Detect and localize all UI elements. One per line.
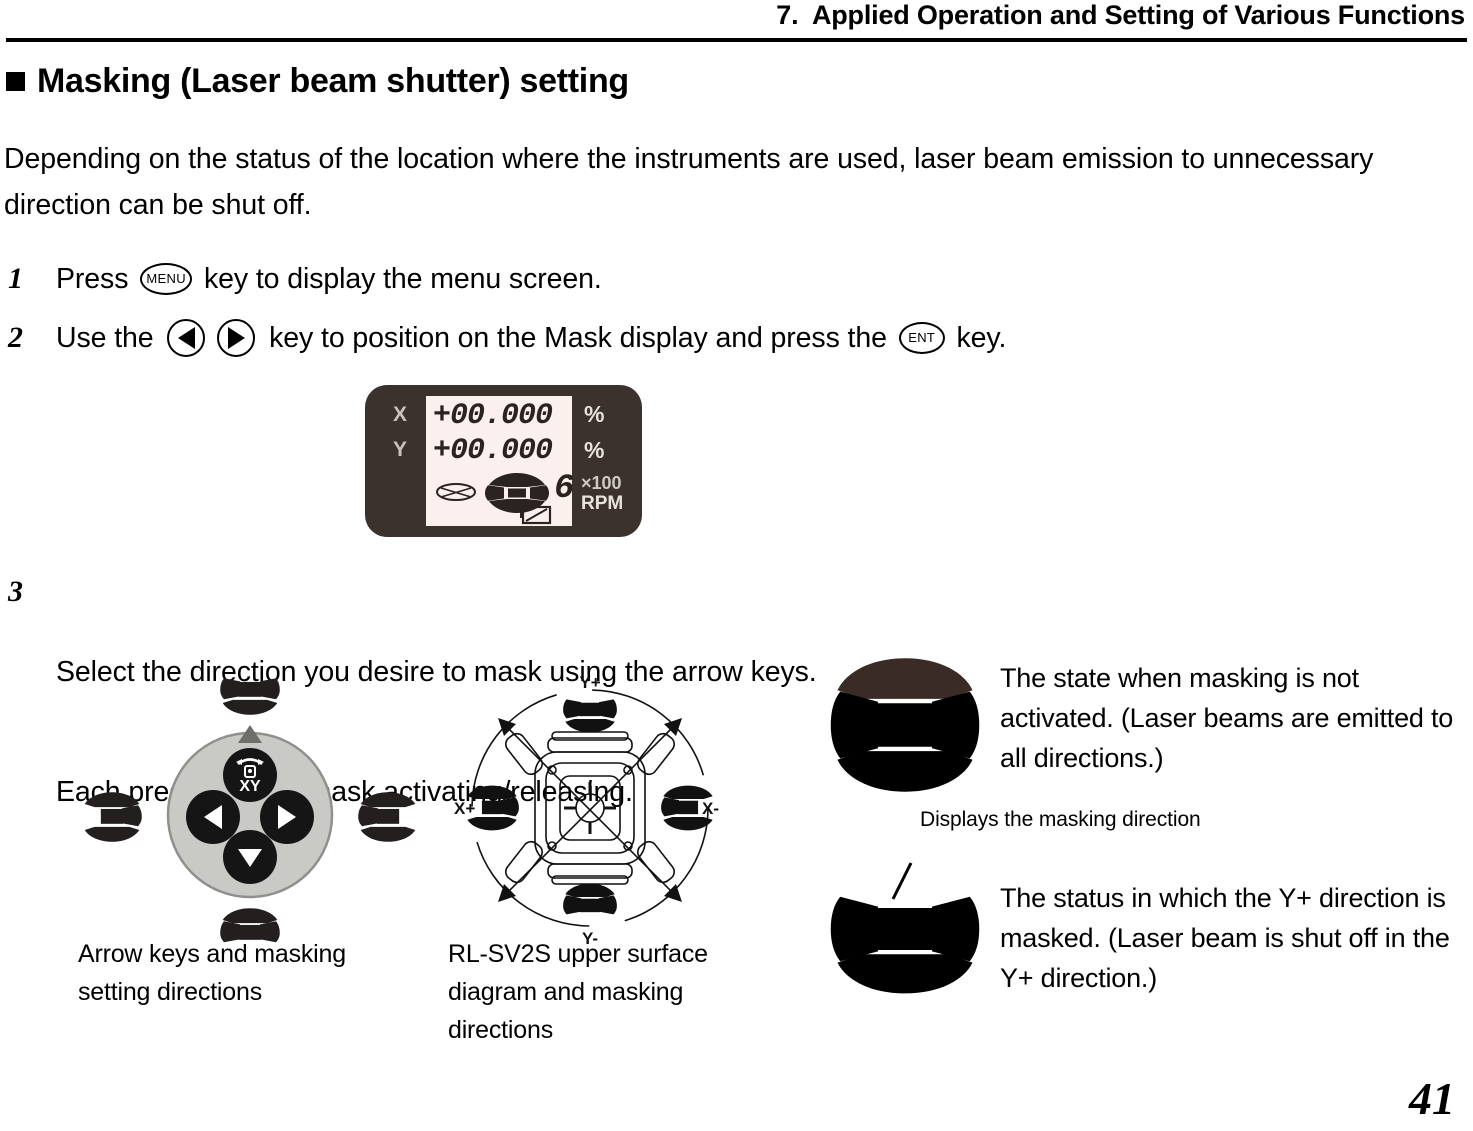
- section-heading-label: Masking (Laser beam shutter) setting: [37, 62, 629, 100]
- label-x-plus: X+: [454, 799, 475, 818]
- step-3-number: 3: [8, 575, 23, 608]
- battery-icon: [520, 505, 552, 525]
- step-1-text-after: key to display the menu screen.: [196, 263, 602, 295]
- xy-button-label: XY: [239, 778, 261, 795]
- lcd-y-axis-label: Y: [393, 438, 408, 461]
- masking-direction-callout-label: Displays the masking direction: [920, 808, 1201, 831]
- step-1-text-before: Press: [56, 263, 137, 295]
- step-2-text-after: key.: [948, 322, 1007, 354]
- triangle-left-glyph: [177, 327, 195, 349]
- header-title: 7. Applied Operation and Setting of Vari…: [776, 0, 1465, 30]
- device-mask-icon-y-minus: [563, 883, 617, 915]
- step-2-body: Use the key to position on the Mask disp…: [56, 318, 1006, 358]
- header-divider: [6, 38, 1467, 42]
- device-center-cross: [564, 782, 616, 834]
- wedge-bottom: [837, 954, 973, 994]
- triangle-right-glyph: [227, 327, 245, 349]
- lcd-percent-x-unit: %: [584, 401, 605, 427]
- mask-icon-left: [84, 792, 142, 842]
- laser-rotation-icon: [436, 483, 476, 501]
- device-masking-diagram: Y+ Y- X+ X-: [454, 673, 719, 948]
- center-square: [875, 703, 935, 747]
- step-2-number: 2: [8, 321, 23, 354]
- section-heading: Masking (Laser beam shutter) setting: [6, 62, 629, 101]
- step-2-text-middle: key to position on the Mask display and …: [261, 322, 895, 354]
- step-1-body: Press MENU key to display the menu scree…: [56, 259, 602, 299]
- legend-unmasked-text: The state when masking is not activated.…: [1000, 663, 1454, 773]
- step-2-text-before: Use the: [56, 322, 162, 354]
- lcd-y-value: +00.000: [433, 434, 553, 468]
- lcd-percent-y-unit: %: [584, 437, 605, 463]
- right-arrow-key-icon[interactable]: [217, 319, 256, 357]
- page-number: 41: [1409, 1073, 1455, 1124]
- caption-device-diagram: RL-SV2S upper surface diagram and maskin…: [448, 940, 708, 1044]
- lcd-display-panel: X Y +00.000 +00.000 6 % % ×100 RPM: [365, 385, 642, 537]
- wedge-top: [837, 658, 973, 699]
- center-square: [875, 908, 935, 950]
- label-y-plus: Y+: [579, 673, 600, 692]
- mask-state-unmasked-icon: [830, 658, 980, 792]
- lcd-rpm-digit: 6: [554, 470, 575, 508]
- wedge-right: [932, 691, 980, 759]
- legend-masked-text: The status in which the Y+ direction is …: [1000, 883, 1450, 993]
- mask-icon-right: [358, 792, 416, 842]
- left-arrow-key-icon[interactable]: [167, 319, 206, 357]
- wedge-left: [830, 896, 878, 962]
- intro-paragraph: Depending on the status of the location …: [4, 143, 1374, 221]
- lcd-x-axis-label: X: [393, 403, 408, 426]
- lcd-x-value: +00.000: [433, 399, 553, 433]
- lcd-rpm-unit: RPM: [581, 493, 624, 514]
- wedge-right: [932, 896, 980, 962]
- lcd-x100-unit: ×100: [581, 473, 622, 493]
- square-bullet-icon: [6, 72, 25, 91]
- step-1-number: 1: [8, 262, 23, 295]
- mask-state-y-plus-masked-icon: [830, 862, 980, 994]
- ent-key-icon[interactable]: ENT: [898, 322, 945, 354]
- device-mask-icon-y-plus: [563, 699, 617, 733]
- label-x-minus: X-: [702, 799, 719, 818]
- page-header: 7. Applied Operation and Setting of Vari…: [0, 0, 1473, 42]
- wedge-left: [830, 691, 878, 759]
- keypad-masking-diagram: XY: [84, 678, 416, 943]
- wedge-bottom: [837, 751, 973, 792]
- menu-key-icon[interactable]: MENU: [140, 263, 193, 295]
- mask-icon-up: [220, 678, 280, 715]
- caption-keypad-diagram: Arrow keys and masking setting direction…: [78, 940, 346, 1006]
- device-body: [505, 731, 675, 885]
- callout-leader-line: [891, 862, 913, 900]
